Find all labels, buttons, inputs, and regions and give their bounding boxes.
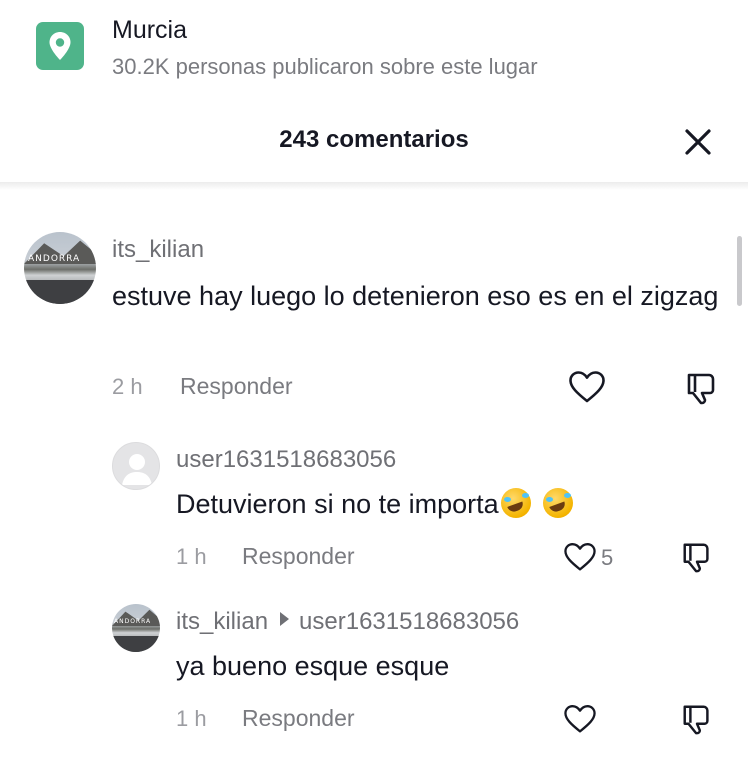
avatar[interactable] <box>112 442 160 490</box>
dislike-icon[interactable] <box>680 702 714 736</box>
comment-text-body: Detuvieron si no te importa <box>176 489 499 519</box>
avatar[interactable]: ANDORRA <box>24 232 96 304</box>
reply-button[interactable]: Responder <box>242 543 355 570</box>
reply-to-arrow-icon <box>280 612 290 626</box>
reply-author[interactable]: its_kilian <box>176 608 268 635</box>
reply-button[interactable]: Responder <box>180 373 293 400</box>
header-divider <box>0 182 748 190</box>
comment-text: estuve hay luego lo detenieron eso es en… <box>112 281 719 311</box>
rolling-laughing-emoji-icon <box>500 488 531 518</box>
reply-item: user1631518683056 Detuvieron si no te im… <box>0 442 748 582</box>
comment-username[interactable]: its_kilian user1631518683056 <box>176 608 519 636</box>
comment-text: ya bueno esque esque <box>176 651 450 681</box>
comment-username[interactable]: user1631518683056 <box>176 446 396 474</box>
comment-time: 2 h <box>112 374 143 399</box>
comment-time: 1 h <box>176 706 207 731</box>
like-count: 5 <box>601 545 614 570</box>
dislike-icon[interactable] <box>684 370 720 406</box>
heart-icon[interactable] <box>563 542 597 572</box>
comment-text: Detuvieron si no te importa <box>176 484 716 524</box>
comment-time: 1 h <box>176 544 207 569</box>
reply-button[interactable]: Responder <box>242 705 355 732</box>
heart-icon[interactable] <box>568 370 606 404</box>
comment-item: ANDORRA its_kilian estuve hay luego lo d… <box>0 232 748 412</box>
comments-count-title: 243 comentarios <box>279 126 469 153</box>
reply-target[interactable]: user1631518683056 <box>299 608 519 635</box>
rolling-laughing-emoji-icon <box>542 488 573 518</box>
avatar-sign-text: ANDORRA <box>114 618 152 625</box>
comment-username[interactable]: its_kilian <box>112 236 204 264</box>
avatar[interactable]: ANDORRA <box>112 604 160 652</box>
default-avatar-icon <box>122 454 152 485</box>
close-icon <box>685 129 711 155</box>
close-button[interactable] <box>680 124 716 160</box>
location-pin-icon <box>36 22 84 70</box>
location-banner[interactable]: Murcia 30.2K personas publicaron sobre e… <box>0 0 748 182</box>
comments-screen: Murcia 30.2K personas publicaron sobre e… <box>0 0 748 758</box>
avatar-sign-text: ANDORRA <box>28 254 81 264</box>
location-post-count: 30.2K personas publicaron sobre este lug… <box>112 54 538 79</box>
reply-item: ANDORRA its_kilian user1631518683056 ya b… <box>0 604 748 744</box>
dislike-icon[interactable] <box>680 540 714 574</box>
heart-icon[interactable] <box>563 704 597 734</box>
location-name: Murcia <box>112 16 188 44</box>
